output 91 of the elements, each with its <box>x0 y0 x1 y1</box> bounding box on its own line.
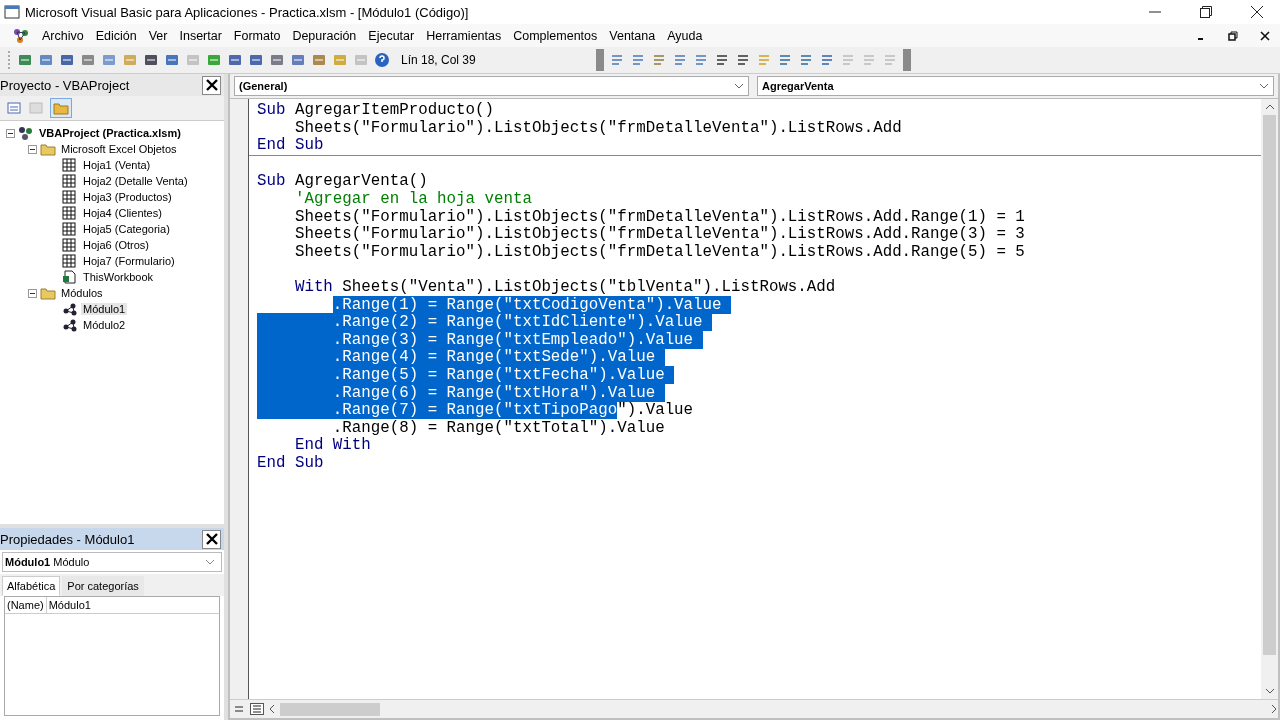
tree-item[interactable]: Hoja2 (Detalle Venta) <box>81 175 190 187</box>
procedure-view-icon[interactable] <box>232 703 246 715</box>
toggle-folders-button[interactable] <box>50 98 72 118</box>
tree-item[interactable]: Módulo2 <box>81 319 128 331</box>
pane-title: Proyecto - VBAProject <box>0 77 130 93</box>
code-line: With Sheets("Venta").ListObjects("tblVenta").ListRows.Add <box>293 278 837 297</box>
object-dropdown[interactable]: Módulo1 Módulo <box>2 552 222 572</box>
menu-item[interactable]: Ventana <box>609 28 656 43</box>
code-line: .Range(1) = Range("txtCodigoVenta").Value <box>257 296 1261 315</box>
code-line: Sub AgregarItemProducto() <box>257 102 495 120</box>
workbook-icon <box>62 270 78 284</box>
app-icon <box>4 4 20 20</box>
scrollbar-thumb[interactable] <box>280 702 380 716</box>
object-dropdown[interactable]: (General) <box>234 76 749 96</box>
restore-icon[interactable] <box>1199 5 1213 19</box>
expand-toggle-icon[interactable] <box>6 128 15 138</box>
pane-title: Propiedades - Módulo1 <box>0 531 135 547</box>
tree-item[interactable]: Hoja6 (Otros) <box>81 239 152 251</box>
help-icon[interactable] <box>374 52 390 68</box>
tree-item[interactable]: VBAProject (Practica.xlsm) <box>37 127 183 139</box>
expand-toggle-icon[interactable] <box>28 144 37 154</box>
sheet-icon <box>62 254 78 268</box>
window-title: Microsoft Visual Basic para Aplicaciones - Practica.xlsm - [Módulo1 (Código)] <box>25 4 469 20</box>
toolbar-handle[interactable] <box>903 49 911 71</box>
caret-icon[interactable] <box>205 559 215 565</box>
menu-item[interactable]: Depuración <box>292 28 357 43</box>
code-line: 'Agregar en la hoja venta <box>293 190 533 209</box>
code-line: Sheets("Formulario").ListObjects("frmDetalleVenta").ListRows.Add.Range(1) = 1 <box>293 208 1026 226</box>
folder-icon <box>40 286 56 300</box>
module-view-icon[interactable] <box>250 703 264 715</box>
tree-item[interactable]: Hoja4 (Clientes) <box>81 207 164 219</box>
expand-toggle-icon[interactable] <box>28 288 37 298</box>
view-code-icon[interactable] <box>6 100 22 116</box>
scroll-down-icon[interactable] <box>1264 687 1275 695</box>
module-icon <box>62 318 78 332</box>
tab[interactable]: Por categorías <box>62 576 144 596</box>
tree-item[interactable]: ThisWorkbook <box>81 271 156 283</box>
tree-item[interactable]: Microsoft Excel Objetos <box>59 143 179 155</box>
scroll-left-icon[interactable] <box>268 704 276 714</box>
procedure-dropdown[interactable]: AgregarVenta <box>757 76 1274 96</box>
caret-icon[interactable] <box>734 83 744 89</box>
vba-icon <box>12 26 30 45</box>
menu-item[interactable]: Formato <box>233 28 281 43</box>
sheet-icon <box>62 190 78 204</box>
menu-item[interactable]: Herramientas <box>426 28 502 43</box>
cursor-position: Lín 18, Col 39 <box>400 53 477 67</box>
scrollbar-thumb[interactable] <box>1263 115 1276 655</box>
sheet-icon <box>62 174 78 188</box>
scroll-right-icon[interactable] <box>1270 704 1278 714</box>
caret-icon[interactable] <box>1259 83 1269 89</box>
code-line: End Sub <box>257 137 325 155</box>
close-button[interactable] <box>202 529 221 549</box>
code-line: .Range(2) = Range("txtIdCliente").Value <box>257 314 1261 332</box>
code-line: .Range(4) = Range("txtSede").Value <box>257 349 1261 367</box>
property-name: (Name) <box>5 597 47 613</box>
code-line: Sub AgregarVenta() <box>257 173 429 191</box>
folder-icon <box>40 142 56 156</box>
menu-item[interactable]: Edición <box>95 28 137 43</box>
menu-item[interactable]: Ayuda <box>667 28 703 43</box>
sheet-icon <box>62 238 78 252</box>
code-line: Sheets("Formulario").ListObjects("frmDetalleVenta").ListRows.Add.Range(5) = 5 <box>293 243 1026 262</box>
tree-item[interactable]: Módulos <box>59 287 105 299</box>
close-icon[interactable] <box>1250 5 1264 19</box>
menu-item[interactable]: Ejecutar <box>368 28 415 43</box>
sheet-icon <box>62 222 78 236</box>
tree-item[interactable]: Módulo1 <box>81 303 128 315</box>
menu-item[interactable]: Complementos <box>513 28 598 43</box>
menu-item[interactable]: Insertar <box>179 28 222 43</box>
menu-item[interactable]: Archivo <box>42 28 84 43</box>
tab[interactable]: Alfabética <box>2 576 61 596</box>
scroll-up-icon[interactable] <box>1264 103 1275 111</box>
tree-item[interactable]: Hoja5 (Categoria) <box>81 223 172 235</box>
code-line: Sheets("Formulario").ListObjects("frmDetalleVenta").ListRows.Add <box>293 119 903 137</box>
project-icon <box>18 126 34 140</box>
restore-icon[interactable] <box>1228 30 1238 41</box>
close-icon[interactable] <box>1260 30 1270 41</box>
property-value[interactable]: Módulo1 <box>46 597 93 613</box>
code-line: End With <box>293 437 372 455</box>
code-line: Sheets("Formulario").ListObjects("frmDetalleVenta").ListRows.Add.Range(3) = 3 <box>293 226 1026 244</box>
close-button[interactable] <box>202 75 221 95</box>
tree-item[interactable]: Hoja1 (Venta) <box>81 159 153 171</box>
module-icon <box>62 302 78 316</box>
code-line: .Range(7) = Range("txtTipoPago").Value <box>257 402 1261 420</box>
tree-item[interactable]: Hoja7 (Formulario) <box>81 255 177 267</box>
sheet-icon <box>62 206 78 220</box>
menu-item[interactable]: Ver <box>148 28 168 43</box>
code-line: End Sub <box>257 454 325 473</box>
tree-item[interactable]: Hoja3 (Productos) <box>81 191 174 203</box>
code-line: .Range(8) = Range("txtTotal").Value <box>331 419 666 437</box>
toolbar-handle[interactable] <box>596 49 604 71</box>
sheet-icon <box>62 158 78 172</box>
